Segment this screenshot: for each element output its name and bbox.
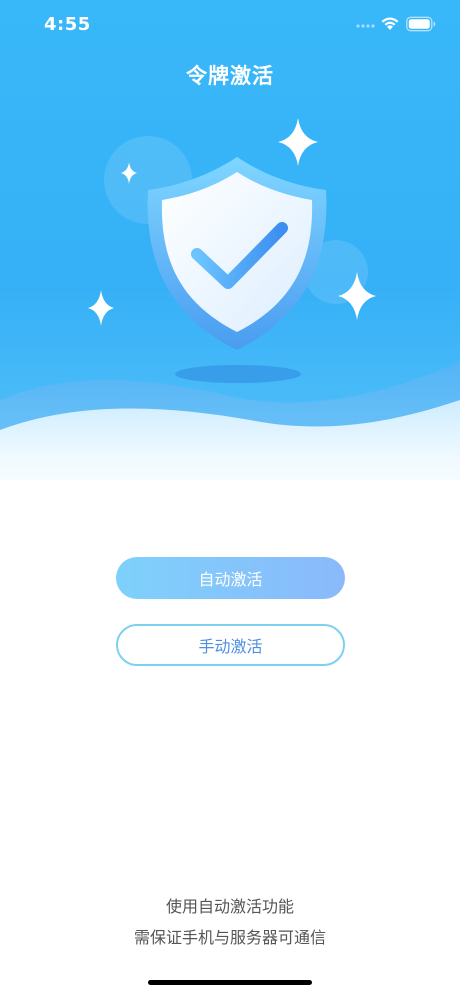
- footnote-line-1: 使用自动激活功能: [165, 897, 294, 916]
- footnote-line-2: 需保证手机与服务器可通信: [133, 928, 326, 947]
- cellular-signal-icon: [356, 24, 375, 28]
- battery-icon: [406, 16, 436, 32]
- home-indicator: [148, 980, 312, 985]
- wifi-icon: [381, 17, 399, 30]
- page-title: 令牌激活: [186, 64, 274, 88]
- status-bar: 4:55: [0, 0, 460, 50]
- auto-activate-button[interactable]: 自动激活: [116, 557, 345, 599]
- token-activation-screen: 4:55 令牌激活 自动激活 手动激活 使用自动激活功能 需保证手机与服务器可通…: [0, 0, 460, 996]
- status-time: 4:55: [44, 14, 91, 35]
- manual-activate-button[interactable]: 手动激活: [116, 624, 345, 666]
